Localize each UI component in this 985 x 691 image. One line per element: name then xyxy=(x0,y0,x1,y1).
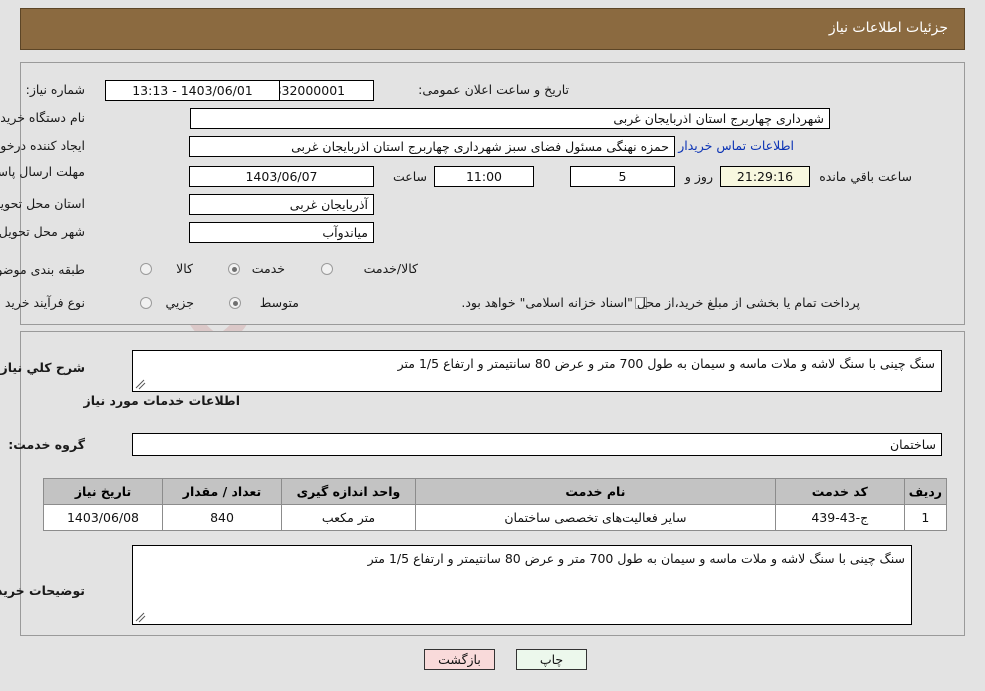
need-description-label: شرح کلي نیاز: xyxy=(0,360,85,375)
page-title: جزئیات اطلاعات نیاز xyxy=(828,20,948,36)
cell-need-date: 1403/06/08 xyxy=(43,504,163,531)
countdown-value: 21:29:16 xyxy=(720,166,810,187)
services-heading: اطلاعات خدمات مورد نیاز xyxy=(83,393,241,408)
cell-row: 1 xyxy=(903,504,948,531)
col-need-date: تاریخ نیاز xyxy=(43,478,163,505)
col-code: کد خدمت xyxy=(774,478,905,505)
resize-grip-icon[interactable] xyxy=(135,379,146,390)
deadline-hour-label: ساعت xyxy=(392,169,427,184)
col-name: نام خدمت xyxy=(415,478,776,505)
radio-category-kala-khedmat[interactable] xyxy=(321,263,333,275)
cell-code: ج-43-439 xyxy=(774,504,905,531)
deadline-label: مهلت ارسال پاسخ: تا تاریخ: xyxy=(0,164,85,179)
cell-unit: متر مکعب xyxy=(281,504,416,531)
radio-category-khedmat-label: خدمت xyxy=(251,261,285,276)
buyer-notes-label: توضیحات خریدار: xyxy=(0,583,85,598)
radio-category-khedmat[interactable] xyxy=(228,263,240,275)
back-button[interactable]: بازگشت xyxy=(424,649,495,670)
cell-quantity: 840 xyxy=(162,504,282,531)
buyer-contact-link[interactable]: اطلاعات تماس خریدار xyxy=(678,138,794,153)
radio-process-motavaset-label: متوسط xyxy=(259,295,299,310)
page-root: AriaTender.net جزئیات اطلاعات نیاز شماره… xyxy=(0,0,985,691)
need-info-panel xyxy=(20,62,965,325)
need-description-value: سنگ چینی با سنگ لاشه و ملات ماسه و سیمان… xyxy=(397,356,935,371)
radio-category-kala-label: کالا xyxy=(176,261,193,276)
col-unit: واحد اندازه گیری xyxy=(281,478,416,505)
col-row: ردیف xyxy=(903,478,948,505)
countdown-label: ساعت باقي مانده xyxy=(819,169,912,184)
city-label: شهر محل تحویل: xyxy=(0,224,85,239)
announce-datetime-value[interactable]: 1403/06/01 - 13:13 xyxy=(105,80,280,101)
buyer-notes-value: سنگ چینی با سنگ لاشه و ملات ماسه و سیمان… xyxy=(367,551,905,566)
radio-process-motavaset[interactable] xyxy=(229,297,241,309)
requester-value[interactable]: حمزه نهنگی مسئول فضای سبز شهرداری چهاربر… xyxy=(189,136,675,157)
radio-category-kala-khedmat-label: کالا/خدمت xyxy=(363,261,418,276)
province-value[interactable]: آذربایجان غربی xyxy=(189,194,374,215)
radio-category-kala[interactable] xyxy=(140,263,152,275)
province-label: استان محل تحویل: xyxy=(0,196,85,211)
services-table: ردیف کد خدمت نام خدمت واحد اندازه گیری ت… xyxy=(43,478,948,531)
treasury-bond-note: پرداخت تمام یا بخشی از مبلغ خرید،از محل … xyxy=(461,295,860,310)
table-header-row: ردیف کد خدمت نام خدمت واحد اندازه گیری ت… xyxy=(43,478,948,505)
col-quantity: تعداد / مقدار xyxy=(162,478,282,505)
deadline-hour-value[interactable]: 11:00 xyxy=(434,166,534,187)
page-header-bar: جزئیات اطلاعات نیاز xyxy=(20,8,965,50)
remaining-days-value[interactable]: 5 xyxy=(570,166,675,187)
need-description-textarea[interactable]: سنگ چینی با سنگ لاشه و ملات ماسه و سیمان… xyxy=(132,350,942,392)
requester-label: ایجاد کننده درخواست: xyxy=(0,138,85,153)
radio-process-jozei-label: جزیي xyxy=(165,295,194,310)
service-group-value[interactable]: ساختمان xyxy=(132,433,942,456)
buyer-org-label: نام دستگاه خریدار: xyxy=(0,110,85,125)
category-label: طبقه بندی موضوعی: xyxy=(0,262,85,277)
buyer-org-value[interactable]: شهرداری چهاربرج استان اذربایجان غربی xyxy=(190,108,830,129)
print-button[interactable]: چاپ xyxy=(516,649,587,670)
remaining-days-label: روز و xyxy=(684,169,713,184)
buyer-notes-textarea[interactable]: سنگ چینی با سنگ لاشه و ملات ماسه و سیمان… xyxy=(132,545,912,625)
city-value[interactable]: میاندوآب xyxy=(189,222,374,243)
service-group-label: گروه خدمت: xyxy=(8,437,85,452)
deadline-date-value[interactable]: 1403/06/07 xyxy=(189,166,374,187)
resize-grip-icon[interactable] xyxy=(135,612,146,623)
announce-datetime-label: تاریخ و ساعت اعلان عمومی: xyxy=(418,82,569,97)
need-number-label: شماره نیاز: xyxy=(25,82,85,97)
cell-name: سایر فعالیت‌های تخصصی ساختمان xyxy=(415,504,776,531)
table-row[interactable]: 1 ج-43-439 سایر فعالیت‌های تخصصی ساختمان… xyxy=(43,504,948,531)
radio-process-jozei[interactable] xyxy=(140,297,152,309)
process-label: نوع فرآیند خرید : xyxy=(0,295,85,310)
